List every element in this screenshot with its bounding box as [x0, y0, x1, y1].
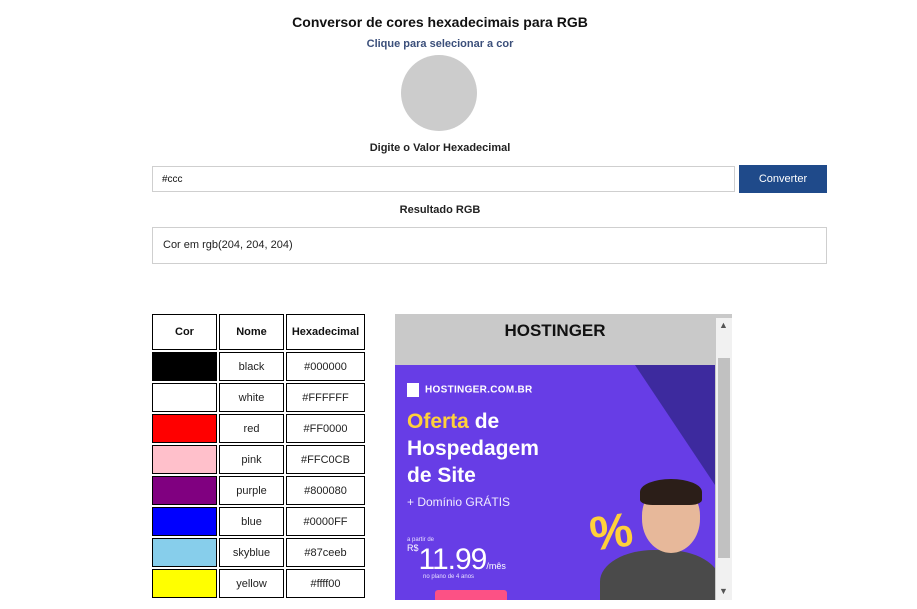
color-hex: #0000FF [286, 507, 365, 536]
table-header-row: Cor Nome Hexadecimal [152, 314, 365, 350]
ad-brand-text: HOSTINGER.COM.BR [425, 384, 533, 396]
scroll-up-icon[interactable]: ▲ [719, 320, 728, 330]
convert-button[interactable]: Converter [739, 165, 827, 193]
ad-cta-button[interactable] [435, 590, 507, 600]
color-swatch-cell [152, 352, 217, 381]
ad-domain-text: + Domínio GRÁTIS [407, 495, 511, 509]
color-hex: #000000 [286, 352, 365, 381]
color-name: white [219, 383, 284, 412]
ad-price-note: no plano de 4 anos [423, 574, 475, 580]
hex-input-label: Digite o Valor Hexadecimal [369, 142, 511, 154]
color-hex: #ffff00 [286, 569, 365, 598]
ad-scrollbar[interactable]: ▲ ▼ [716, 318, 732, 600]
color-name: black [219, 352, 284, 381]
color-swatch-cell [152, 414, 217, 443]
ad-headline-highlight: Oferta [407, 410, 469, 433]
color-swatch-cell [152, 507, 217, 536]
person-hair [640, 479, 702, 505]
header-nome: Nome [219, 314, 284, 350]
ad-headline-line3: de Site [407, 464, 476, 487]
result-output: Cor em rgb(204, 204, 204) [152, 227, 827, 264]
header-cor: Cor [152, 314, 217, 350]
scrollbar-thumb[interactable] [718, 358, 730, 558]
color-table: Cor Nome Hexadecimal black #000000 white… [150, 312, 367, 600]
color-swatch-cell [152, 569, 217, 598]
picker-hint: Clique para selecionar a cor [366, 38, 514, 50]
color-name: pink [219, 445, 284, 474]
color-swatch-cell [152, 383, 217, 412]
color-swatch-cell [152, 476, 217, 505]
table-row: yellow #ffff00 [152, 569, 365, 598]
color-swatch-cell [152, 538, 217, 567]
color-name: yellow [219, 569, 284, 598]
ad-currency: R$ [407, 543, 419, 553]
scroll-down-icon[interactable]: ▼ [719, 586, 728, 596]
ad-price: R$11.99/mês [407, 543, 506, 577]
table-row: purple #800080 [152, 476, 365, 505]
header-hexadecimal: Hexadecimal [286, 314, 365, 350]
result-label: Resultado RGB [399, 204, 481, 216]
ad-headline-line2: Hospedagem [407, 437, 539, 460]
color-hex: #FFC0CB [286, 445, 365, 474]
ad-headline-rest: de [468, 410, 500, 433]
table-row: blue #0000FF [152, 507, 365, 536]
color-name: blue [219, 507, 284, 536]
table-row: white #FFFFFF [152, 383, 365, 412]
color-name: skyblue [219, 538, 284, 567]
color-hex: #87ceeb [286, 538, 365, 567]
color-swatch-cell [152, 445, 217, 474]
ad-frame: HOSTINGER HOSTINGER.COM.BR Oferta de Hos… [395, 314, 732, 600]
table-row: red #FF0000 [152, 414, 365, 443]
color-picker-swatch[interactable] [401, 55, 477, 131]
color-hex: #FFFFFF [286, 383, 365, 412]
color-hex: #FF0000 [286, 414, 365, 443]
ad-price-per: /mês [486, 561, 506, 571]
table-row: pink #FFC0CB [152, 445, 365, 474]
ad-brand: HOSTINGER.COM.BR [407, 383, 533, 397]
hostinger-ad-banner[interactable]: HOSTINGER.COM.BR Oferta de Hospedagem de… [395, 365, 715, 600]
person-body [600, 550, 715, 600]
color-name: red [219, 414, 284, 443]
page-title: Conversor de cores hexadecimais para RGB [292, 14, 588, 30]
color-name: purple [219, 476, 284, 505]
hostinger-logo-icon [407, 383, 419, 397]
ad-price-value: 11.99 [418, 543, 488, 576]
hex-input[interactable] [152, 166, 735, 192]
color-hex: #800080 [286, 476, 365, 505]
table-row: skyblue #87ceeb [152, 538, 365, 567]
ad-headline: Oferta de Hospedagem de Site [407, 408, 539, 489]
decorative-shape [635, 365, 715, 485]
ad-header: HOSTINGER [504, 321, 606, 340]
table-row: black #000000 [152, 352, 365, 381]
